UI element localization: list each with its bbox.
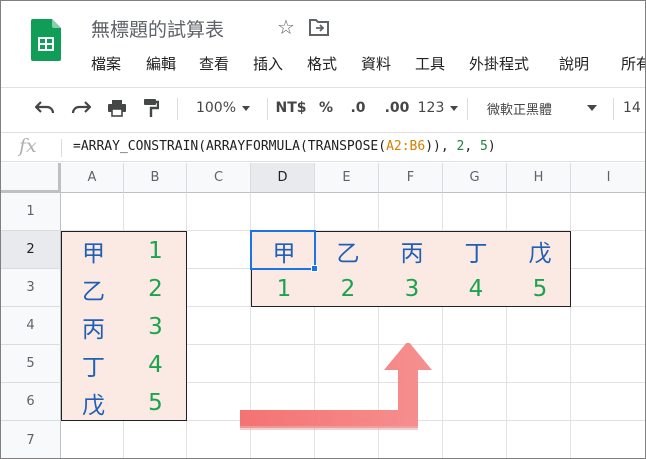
transpose-arrow-icon bbox=[240, 343, 432, 430]
row-header-5[interactable]: 5 bbox=[1, 345, 61, 383]
formula-cols-arg: 5 bbox=[480, 139, 488, 154]
cell-b3[interactable]: 2 bbox=[124, 270, 187, 308]
font-family-value: 微軟正黑體 bbox=[487, 102, 553, 118]
decrease-decimal-button[interactable]: .0 bbox=[343, 96, 373, 120]
menu-file[interactable]: 檔案 bbox=[91, 53, 121, 74]
menu-format[interactable]: 格式 bbox=[307, 53, 337, 74]
cell-f2[interactable]: 丙 bbox=[380, 232, 444, 270]
select-all-corner[interactable] bbox=[1, 163, 61, 193]
toolbar-divider bbox=[467, 98, 468, 120]
row-header-7[interactable]: 7 bbox=[1, 421, 61, 458]
row-header-1[interactable]: 1 bbox=[1, 193, 61, 231]
more-formats-select[interactable]: 123 bbox=[415, 96, 461, 120]
print-icon[interactable] bbox=[105, 96, 129, 120]
font-family-select[interactable]: 微軟正黑體 bbox=[475, 96, 605, 120]
app-window: 無標題的試算表 ☆ 檔案 編輯 查看 插入 格式 資料 工具 外掛程式 說明 所… bbox=[0, 0, 646, 459]
menu-addons[interactable]: 外掛程式 bbox=[469, 53, 529, 74]
column-header-b[interactable]: B bbox=[124, 163, 187, 193]
column-header-h[interactable]: H bbox=[507, 163, 571, 193]
cell-area[interactable]: 甲 乙 丙 丁 戊 1 2 3 4 5 甲 乙 丙 丁 戊 1 2 3 4 5 bbox=[61, 193, 645, 458]
menu-data[interactable]: 資料 bbox=[361, 53, 391, 74]
sheet-grid: A B C D E F G H I 1 2 3 4 5 6 7 甲 乙 丙 丁 … bbox=[1, 163, 645, 458]
zoom-select[interactable]: 100% bbox=[185, 96, 261, 120]
currency-format-button[interactable]: NT$ bbox=[273, 96, 309, 120]
menu-view[interactable]: 查看 bbox=[199, 53, 229, 74]
move-folder-icon[interactable] bbox=[309, 18, 329, 36]
redo-icon[interactable] bbox=[69, 96, 93, 120]
menu-help[interactable]: 說明 bbox=[559, 53, 589, 74]
cell-g3[interactable]: 4 bbox=[444, 270, 508, 308]
formula-bar: fx =ARRAY_CONSTRAIN(ARRAYFORMULA(TRANSPO… bbox=[1, 132, 645, 162]
cell-a2[interactable]: 甲 bbox=[62, 232, 125, 270]
column-header-e[interactable]: E bbox=[315, 163, 379, 193]
paint-format-icon[interactable] bbox=[139, 96, 163, 120]
cell-h2[interactable]: 戊 bbox=[508, 232, 572, 270]
title-bar: 無標題的試算表 ☆ 檔案 編輯 查看 插入 格式 資料 工具 外掛程式 說明 所… bbox=[1, 1, 645, 83]
increase-decimal-label: .00 bbox=[384, 100, 410, 116]
toolbar-divider bbox=[613, 98, 614, 120]
row-header-4[interactable]: 4 bbox=[1, 307, 61, 345]
column-header-c[interactable]: C bbox=[187, 163, 251, 193]
formula-range-ref: A2:B6 bbox=[386, 139, 426, 154]
column-header-g[interactable]: G bbox=[443, 163, 507, 193]
cell-b2[interactable]: 1 bbox=[124, 232, 187, 270]
column-header-i[interactable]: I bbox=[571, 163, 645, 193]
row-header-3[interactable]: 3 bbox=[1, 269, 61, 307]
cell-b5[interactable]: 4 bbox=[124, 346, 187, 384]
cell-e2[interactable]: 乙 bbox=[316, 232, 380, 270]
fx-icon: fx bbox=[19, 135, 37, 157]
menu-tools[interactable]: 工具 bbox=[415, 53, 445, 74]
cell-a6[interactable]: 戊 bbox=[62, 384, 125, 422]
sheets-logo-icon[interactable] bbox=[31, 19, 61, 61]
menu-all[interactable]: 所有 bbox=[621, 53, 645, 74]
cell-a5[interactable]: 丁 bbox=[62, 346, 125, 384]
star-icon[interactable]: ☆ bbox=[277, 15, 295, 39]
cell-g2[interactable]: 丁 bbox=[444, 232, 508, 270]
chevron-down-icon bbox=[587, 105, 597, 111]
cell-e3[interactable]: 2 bbox=[316, 270, 380, 308]
toolbar-divider bbox=[267, 98, 268, 120]
formula-bar-divider bbox=[61, 139, 62, 157]
row-header-2[interactable]: 2 bbox=[1, 231, 61, 269]
active-cell-selection bbox=[250, 230, 316, 270]
decrease-decimal-label: .0 bbox=[350, 100, 366, 116]
cell-d3[interactable]: 1 bbox=[252, 270, 316, 308]
toolbar: 100% NT$ % .0 .00 123 微軟正黑體 14 bbox=[1, 87, 645, 127]
chevron-down-icon bbox=[450, 105, 459, 111]
cell-f3[interactable]: 3 bbox=[380, 270, 444, 308]
increase-decimal-button[interactable]: .00 bbox=[381, 96, 413, 120]
menu-insert[interactable]: 插入 bbox=[253, 53, 283, 74]
document-title[interactable]: 無標題的試算表 bbox=[91, 15, 224, 42]
formula-text: , bbox=[464, 139, 481, 154]
cell-a3[interactable]: 乙 bbox=[62, 270, 125, 308]
font-size-select[interactable]: 14 bbox=[623, 96, 645, 120]
cell-h3[interactable]: 5 bbox=[508, 270, 572, 308]
undo-icon[interactable] bbox=[33, 96, 57, 120]
formula-input[interactable]: =ARRAY_CONSTRAIN(ARRAYFORMULA(TRANSPOSE(… bbox=[73, 139, 496, 154]
chevron-down-icon bbox=[242, 105, 251, 111]
formula-text: =ARRAY_CONSTRAIN(ARRAYFORMULA(TRANSPOSE( bbox=[73, 139, 387, 154]
menu-edit[interactable]: 編輯 bbox=[146, 53, 176, 74]
cell-a4[interactable]: 丙 bbox=[62, 308, 125, 346]
formula-text: )), bbox=[425, 139, 457, 154]
row-header-6[interactable]: 6 bbox=[1, 383, 61, 421]
fill-handle[interactable] bbox=[311, 265, 318, 272]
column-header-a[interactable]: A bbox=[61, 163, 124, 193]
more-formats-label: 123 bbox=[417, 100, 445, 116]
cell-b6[interactable]: 5 bbox=[124, 384, 187, 422]
cell-b4[interactable]: 3 bbox=[124, 308, 187, 346]
source-range-a2-b6: 甲 乙 丙 丁 戊 1 2 3 4 5 bbox=[61, 231, 187, 421]
formula-text: ) bbox=[487, 139, 496, 154]
column-header-f[interactable]: F bbox=[379, 163, 443, 193]
column-header-d[interactable]: D bbox=[251, 163, 315, 193]
zoom-value: 100% bbox=[195, 100, 237, 116]
toolbar-divider bbox=[177, 98, 178, 120]
percent-format-button[interactable]: % bbox=[315, 96, 337, 120]
